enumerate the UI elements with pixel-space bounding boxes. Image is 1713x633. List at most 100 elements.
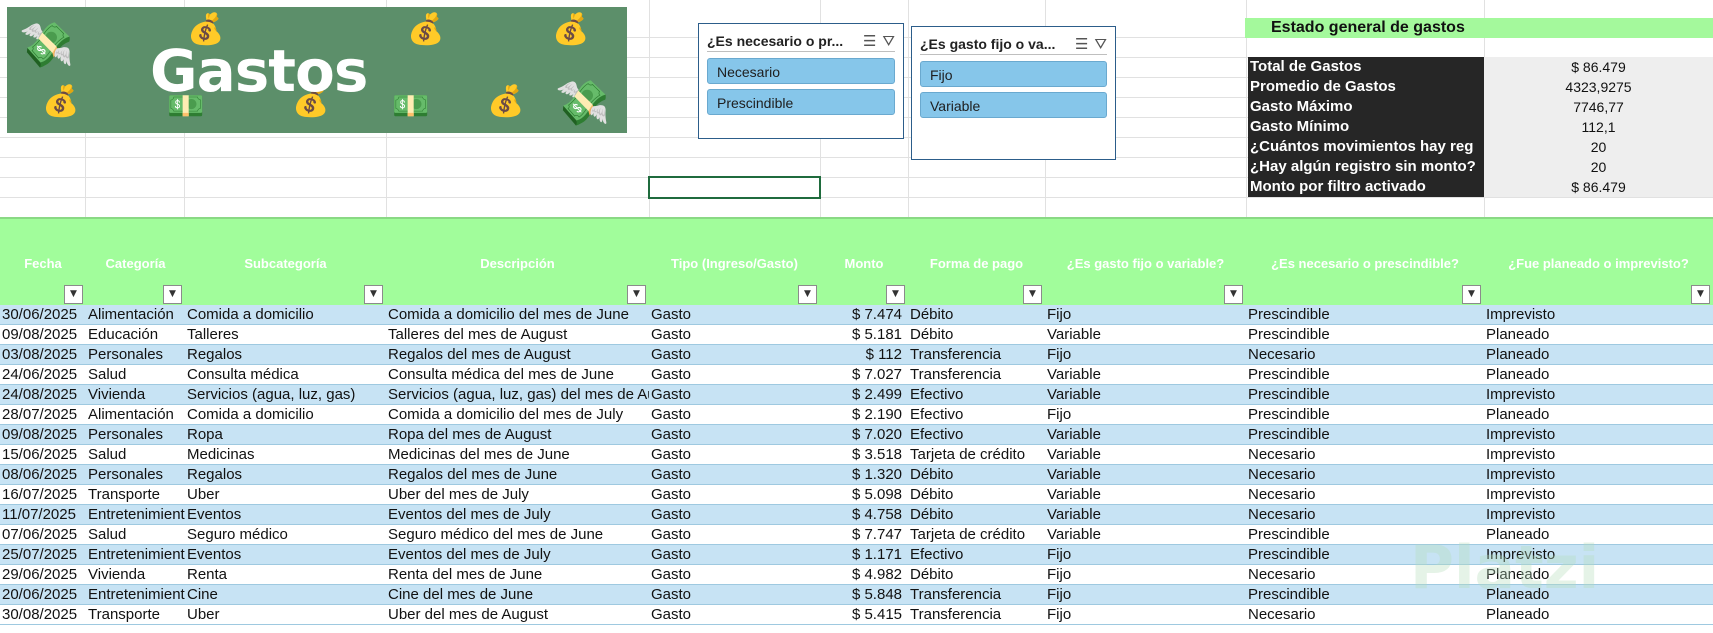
cell-necesario-prescindible[interactable]: Prescindible bbox=[1246, 365, 1484, 385]
cell-monto[interactable]: $ 112 bbox=[820, 345, 908, 365]
cell-descripcion[interactable]: Uber del mes de July bbox=[386, 485, 649, 505]
cell-subcategoria[interactable]: Seguro médico bbox=[185, 525, 386, 545]
cell-fijo-variable[interactable]: Variable bbox=[1045, 445, 1246, 465]
summary-value[interactable]: 112,1 bbox=[1484, 117, 1713, 137]
cell-tipo[interactable]: Gasto bbox=[649, 485, 820, 505]
slicer-item-variable[interactable]: Variable bbox=[920, 92, 1107, 118]
cell-tipo[interactable]: Gasto bbox=[649, 565, 820, 585]
cell-subcategoria[interactable]: Talleres bbox=[185, 325, 386, 345]
column-header-necesario-prescindible[interactable]: ¿Es necesario o prescindible? ▼ bbox=[1246, 219, 1484, 307]
cell-forma-pago[interactable]: Transferencia bbox=[908, 605, 1045, 625]
cell-fecha[interactable]: 24/08/2025 bbox=[0, 385, 86, 405]
cell-planeado-imprevisto[interactable]: Imprevisto bbox=[1484, 465, 1713, 485]
cell-forma-pago[interactable]: Transferencia bbox=[908, 365, 1045, 385]
cell-fecha[interactable]: 15/06/2025 bbox=[0, 445, 86, 465]
cell-tipo[interactable]: Gasto bbox=[649, 605, 820, 625]
cell-descripcion[interactable]: Eventos del mes de July bbox=[386, 545, 649, 565]
cell-forma-pago[interactable]: Débito bbox=[908, 505, 1045, 525]
cell-descripcion[interactable]: Seguro médico del mes de June bbox=[386, 525, 649, 545]
cell-fecha[interactable]: 09/08/2025 bbox=[0, 325, 86, 345]
cell-necesario-prescindible[interactable]: Necesario bbox=[1246, 345, 1484, 365]
cell-planeado-imprevisto[interactable]: Imprevisto bbox=[1484, 505, 1713, 525]
cell-tipo[interactable]: Gasto bbox=[649, 405, 820, 425]
cell-tipo[interactable]: Gasto bbox=[649, 305, 820, 325]
cell-forma-pago[interactable]: Tarjeta de crédito bbox=[908, 445, 1045, 465]
cell-categoria[interactable]: Entretenimiento bbox=[86, 505, 185, 525]
cell-fijo-variable[interactable]: Variable bbox=[1045, 505, 1246, 525]
cell-fijo-variable[interactable]: Fijo bbox=[1045, 585, 1246, 605]
cell-fijo-variable[interactable]: Variable bbox=[1045, 485, 1246, 505]
column-header-fecha[interactable]: Fecha ▼ bbox=[0, 219, 86, 307]
cell-descripcion[interactable]: Servicios (agua, luz, gas) del mes de Au… bbox=[386, 385, 649, 405]
cell-tipo[interactable]: Gasto bbox=[649, 545, 820, 565]
cell-monto[interactable]: $ 4.982 bbox=[820, 565, 908, 585]
cell-fecha[interactable]: 20/06/2025 bbox=[0, 585, 86, 605]
cell-descripcion[interactable]: Regalos del mes de June bbox=[386, 465, 649, 485]
cell-categoria[interactable]: Personales bbox=[86, 345, 185, 365]
cell-categoria[interactable]: Alimentación bbox=[86, 405, 185, 425]
cell-fijo-variable[interactable]: Fijo bbox=[1045, 545, 1246, 565]
cell-descripcion[interactable]: Comida a domicilio del mes de June bbox=[386, 305, 649, 325]
cell-subcategoria[interactable]: Uber bbox=[185, 485, 386, 505]
cell-categoria[interactable]: Entretenimiento bbox=[86, 545, 185, 565]
cell-subcategoria[interactable]: Regalos bbox=[185, 345, 386, 365]
cell-tipo[interactable]: Gasto bbox=[649, 325, 820, 345]
cell-forma-pago[interactable]: Efectivo bbox=[908, 425, 1045, 445]
cell-monto[interactable]: $ 5.098 bbox=[820, 485, 908, 505]
cell-necesario-prescindible[interactable]: Prescindible bbox=[1246, 305, 1484, 325]
cell-descripcion[interactable]: Talleres del mes de August bbox=[386, 325, 649, 345]
cell-planeado-imprevisto[interactable]: Planeado bbox=[1484, 605, 1713, 625]
summary-label[interactable]: Monto por filtro activado bbox=[1248, 177, 1484, 197]
cell-fijo-variable[interactable]: Fijo bbox=[1045, 565, 1246, 585]
cell-monto[interactable]: $ 7.020 bbox=[820, 425, 908, 445]
cell-fecha[interactable]: 24/06/2025 bbox=[0, 365, 86, 385]
cell-forma-pago[interactable]: Débito bbox=[908, 485, 1045, 505]
cell-planeado-imprevisto[interactable]: Planeado bbox=[1484, 345, 1713, 365]
cell-descripcion[interactable]: Consulta médica del mes de June bbox=[386, 365, 649, 385]
summary-value[interactable]: $ 86.479 bbox=[1484, 177, 1713, 197]
column-header-descripcion[interactable]: Descripción ▼ bbox=[386, 219, 649, 307]
cell-necesario-prescindible[interactable]: Necesario bbox=[1246, 605, 1484, 625]
filter-dropdown-icon[interactable]: ▼ bbox=[798, 285, 817, 304]
cell-planeado-imprevisto[interactable]: Planeado bbox=[1484, 325, 1713, 345]
cell-tipo[interactable]: Gasto bbox=[649, 505, 820, 525]
cell-fijo-variable[interactable]: Variable bbox=[1045, 425, 1246, 445]
cell-descripcion[interactable]: Cine del mes de June bbox=[386, 585, 649, 605]
cell-tipo[interactable]: Gasto bbox=[649, 345, 820, 365]
cell-fecha[interactable]: 29/06/2025 bbox=[0, 565, 86, 585]
cell-categoria[interactable]: Alimentación bbox=[86, 305, 185, 325]
column-header-forma-pago[interactable]: Forma de pago ▼ bbox=[908, 219, 1045, 307]
cell-planeado-imprevisto[interactable]: Imprevisto bbox=[1484, 425, 1713, 445]
cell-monto[interactable]: $ 1.171 bbox=[820, 545, 908, 565]
cell-fecha[interactable]: 09/08/2025 bbox=[0, 425, 86, 445]
cell-categoria[interactable]: Salud bbox=[86, 365, 185, 385]
cell-descripcion[interactable]: Ropa del mes de August bbox=[386, 425, 649, 445]
cell-forma-pago[interactable]: Efectivo bbox=[908, 385, 1045, 405]
cell-necesario-prescindible[interactable]: Necesario bbox=[1246, 485, 1484, 505]
cell-planeado-imprevisto[interactable]: Imprevisto bbox=[1484, 445, 1713, 465]
filter-dropdown-icon[interactable]: ▼ bbox=[1224, 285, 1243, 304]
cell-categoria[interactable]: Vivienda bbox=[86, 565, 185, 585]
cell-descripcion[interactable]: Renta del mes de June bbox=[386, 565, 649, 585]
slicer-item-fijo[interactable]: Fijo bbox=[920, 61, 1107, 87]
cell-fijo-variable[interactable]: Variable bbox=[1045, 385, 1246, 405]
cell-fecha[interactable]: 28/07/2025 bbox=[0, 405, 86, 425]
cell-monto[interactable]: $ 5.415 bbox=[820, 605, 908, 625]
cell-descripcion[interactable]: Eventos del mes de July bbox=[386, 505, 649, 525]
cell-tipo[interactable]: Gasto bbox=[649, 365, 820, 385]
cell-forma-pago[interactable]: Débito bbox=[908, 465, 1045, 485]
summary-value[interactable]: 7746,77 bbox=[1484, 97, 1713, 117]
cell-fijo-variable[interactable]: Fijo bbox=[1045, 305, 1246, 325]
cell-fijo-variable[interactable]: Variable bbox=[1045, 525, 1246, 545]
cell-monto[interactable]: $ 4.758 bbox=[820, 505, 908, 525]
cell-subcategoria[interactable]: Renta bbox=[185, 565, 386, 585]
clear-filter-icon[interactable]: ⛛ bbox=[882, 32, 895, 50]
cell-subcategoria[interactable]: Regalos bbox=[185, 465, 386, 485]
cell-subcategoria[interactable]: Consulta médica bbox=[185, 365, 386, 385]
cell-forma-pago[interactable]: Transferencia bbox=[908, 585, 1045, 605]
cell-tipo[interactable]: Gasto bbox=[649, 465, 820, 485]
summary-label[interactable]: ¿Hay algún registro sin monto? bbox=[1248, 157, 1484, 177]
cell-subcategoria[interactable]: Uber bbox=[185, 605, 386, 625]
cell-fijo-variable[interactable]: Variable bbox=[1045, 465, 1246, 485]
column-header-fijo-variable[interactable]: ¿Es gasto fijo o variable? ▼ bbox=[1045, 219, 1246, 307]
